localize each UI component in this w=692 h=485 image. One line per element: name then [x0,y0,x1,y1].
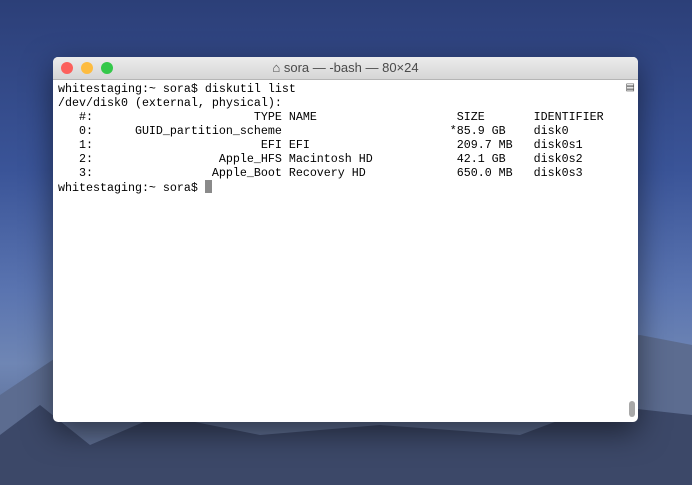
terminal-line: 3: Apple_Boot Recovery HD 650.0 MB disk0… [58,166,583,180]
window-title: sora — -bash — 80×24 [283,60,419,75]
terminal-line: 2: Apple_HFS Macintosh HD 42.1 GB disk0s… [58,152,583,166]
terminal-prompt: whitestaging:~ sora$ [58,181,205,195]
title-bar[interactable]: ⌂ sora — -bash — 80×24 [53,57,638,80]
terminal-line: /dev/disk0 (external, physical): [58,96,282,110]
terminal-window: ⌂ sora — -bash — 80×24 whitestaging:~ so… [53,57,638,422]
terminal-line: 1: EFI EFI 209.7 MB disk0s1 [58,138,583,152]
terminal-line: 0: GUID_partition_scheme *85.9 GB disk0 [58,124,569,138]
terminal-line: whitestaging:~ sora$ diskutil list [58,82,296,96]
terminal-output[interactable]: whitestaging:~ sora$ diskutil list /dev/… [58,82,604,195]
split-view-icon[interactable]: ▤ [626,82,635,93]
terminal-line: #: TYPE NAME SIZE IDENTIFIER [58,110,604,124]
text-cursor [204,180,212,193]
scrollbar[interactable] [629,401,635,417]
home-icon: ⌂ [272,60,281,75]
